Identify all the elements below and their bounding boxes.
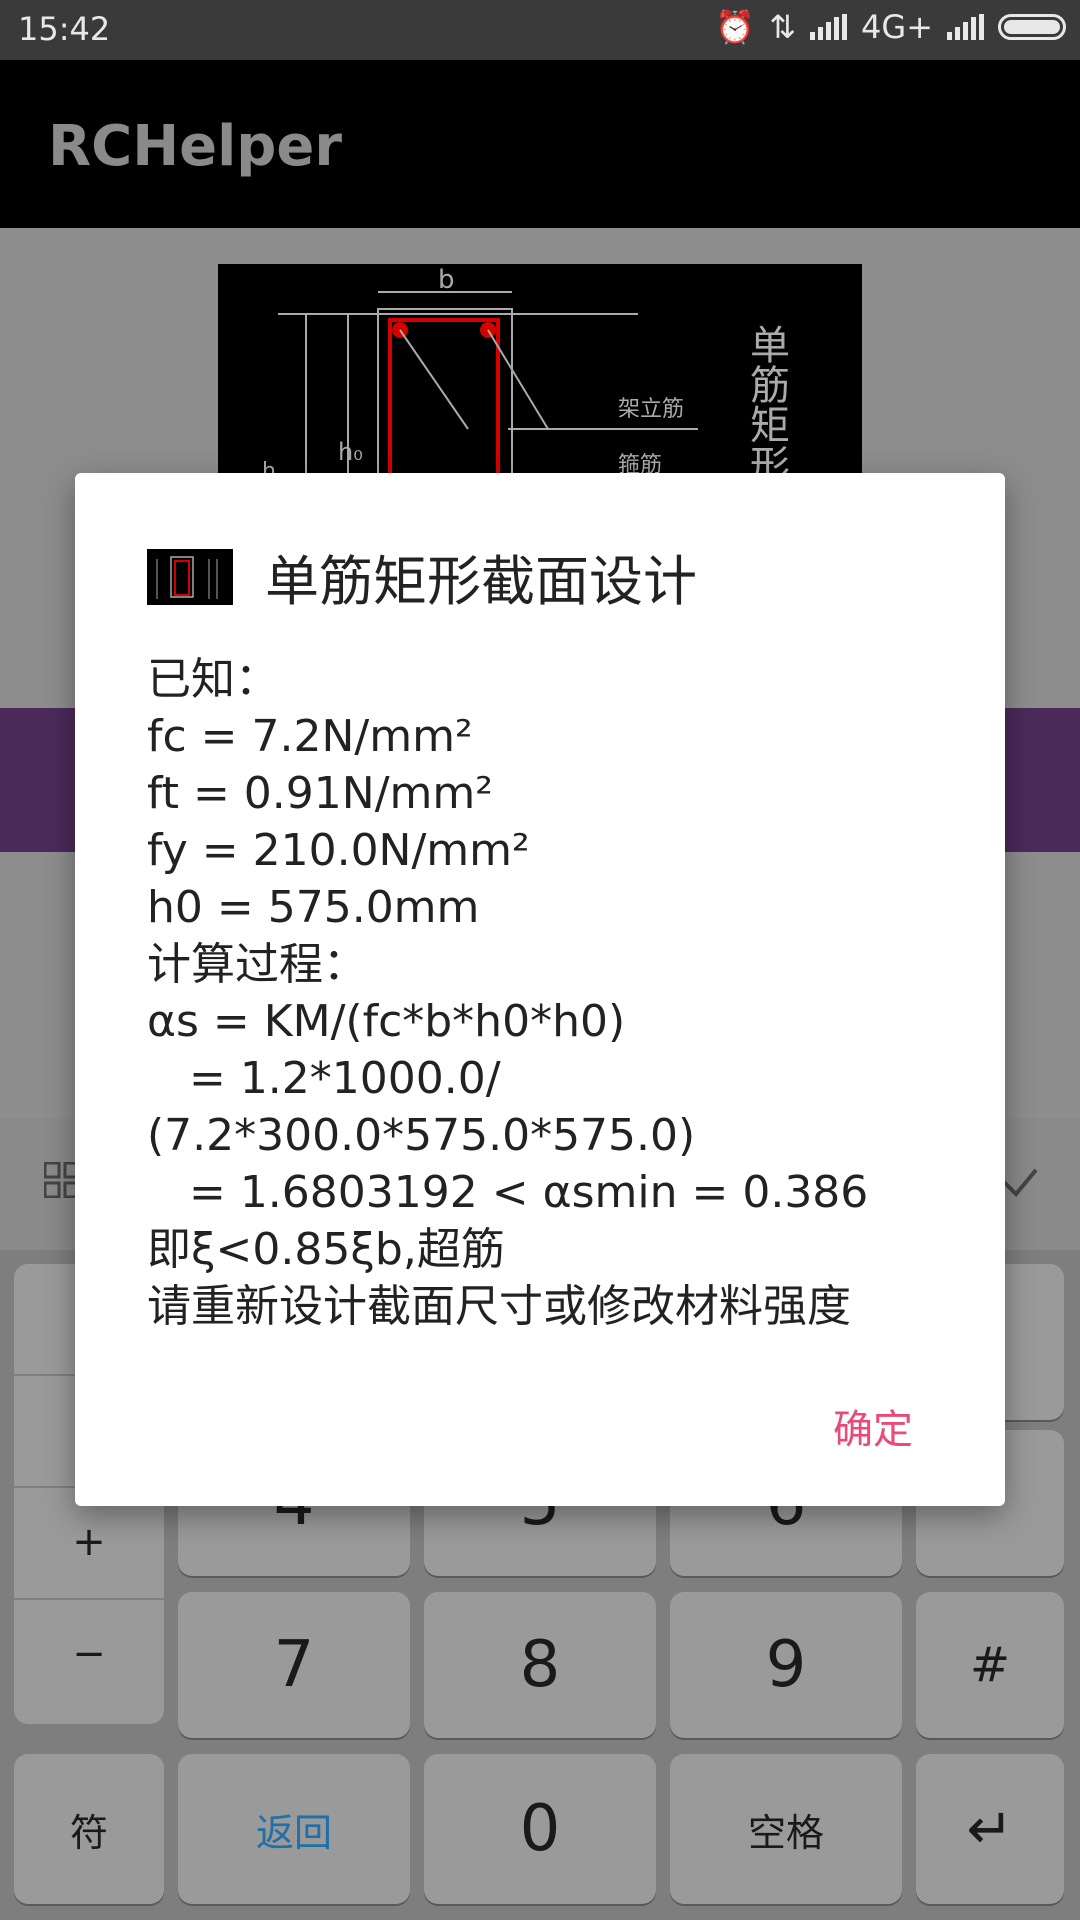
message-line: 已知：	[147, 654, 279, 705]
battery-icon	[998, 14, 1066, 40]
dialog-message: 已知： fc = 7.2N/mm² ft = 0.91N/mm² fy = 21…	[147, 651, 947, 1335]
signal-icon-2	[947, 14, 984, 40]
message-line: αs = KM/(fc*b*h0*h0)	[147, 996, 626, 1047]
message-line: (7.2*300.0*575.0*575.0)	[147, 1110, 696, 1161]
result-dialog: 单筋矩形截面设计 已知： fc = 7.2N/mm² ft = 0.91N/mm…	[75, 473, 1005, 1506]
message-line: fy = 210.0N/mm²	[147, 825, 530, 876]
status-time: 15:42	[18, 10, 111, 48]
dialog-header: 单筋矩形截面设计	[147, 537, 697, 616]
network-type: 4G+	[861, 8, 933, 46]
section-thumbnail-icon	[147, 548, 233, 605]
message-line: h0 = 575.0mm	[147, 882, 480, 933]
data-transfer-icon: ⇅	[769, 8, 797, 46]
message-line: fc = 7.2N/mm²	[147, 711, 473, 762]
status-bar: 15:42 ⏰ ⇅ 4G+	[0, 0, 1080, 60]
message-line: = 1.6803192 < αsmin = 0.386	[147, 1167, 869, 1218]
alarm-icon: ⏰	[715, 8, 756, 46]
message-line: = 1.2*1000.0/	[147, 1053, 501, 1104]
message-line: 计算过程：	[147, 939, 367, 990]
message-line: 请重新设计截面尺寸或修改材料强度	[147, 1281, 851, 1332]
ok-button[interactable]: 确定	[833, 1397, 913, 1455]
dialog-title: 单筋矩形截面设计	[265, 550, 697, 613]
message-line: 即ξ<0.85ξb,超筋	[147, 1224, 505, 1275]
status-icons: ⏰ ⇅ 4G+	[715, 8, 1066, 46]
signal-icon	[810, 14, 848, 40]
message-line: ft = 0.91N/mm²	[147, 768, 493, 819]
